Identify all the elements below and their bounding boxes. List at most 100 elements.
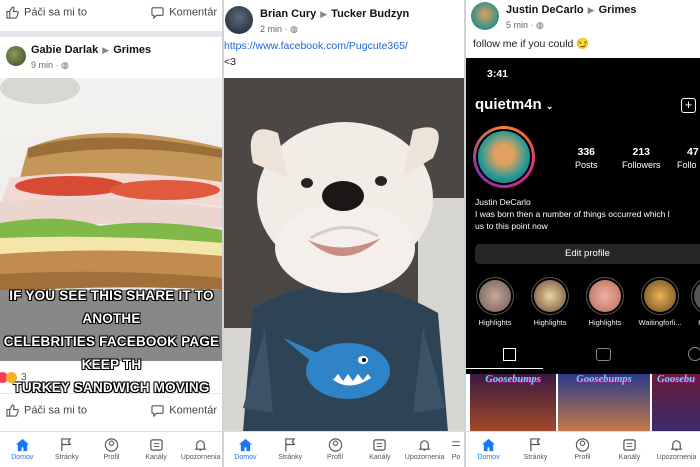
ig-grid-post[interactable]: Goosebumps — [470, 374, 556, 431]
grid-icon[interactable] — [503, 348, 516, 361]
meme-line: TURKEY SANDWICH MOVING — [13, 380, 210, 395]
divider — [0, 393, 223, 394]
feeds-icon — [373, 439, 387, 451]
ig-grid-post[interactable]: Goosebumps — [558, 374, 650, 431]
profile-icon — [575, 438, 590, 452]
nav-label: Upozornenia — [180, 454, 221, 461]
nav-more[interactable]: Po — [447, 432, 465, 467]
thumbs-up-icon — [6, 5, 19, 19]
followers-count: 213 — [632, 146, 651, 158]
grid-post-title: Goosebumps — [485, 374, 541, 385]
ig-stat-followers[interactable]: 213 Followers — [622, 146, 661, 170]
nav-notifications[interactable]: Upozornenia — [402, 432, 447, 467]
post-image[interactable] — [223, 78, 465, 432]
ig-stat-following[interactable]: 47 Follo — [677, 146, 699, 170]
facebook-panel-2: Brian Cury ▶ Tucker Budzyn 2 min · ◍ https… — [223, 0, 465, 467]
panel-separator — [464, 0, 466, 467]
nav-home[interactable]: Domov — [223, 432, 268, 467]
thumbs-up-icon — [6, 403, 19, 417]
ig-stat-posts[interactable]: 336 Posts — [575, 146, 598, 170]
arrow-right-icon: ▶ — [320, 9, 328, 19]
bell-icon — [194, 440, 207, 451]
add-post-icon[interactable]: + — [681, 98, 696, 113]
profile-icon — [328, 438, 342, 452]
story-highlight[interactable]: Waitingforli... — [637, 277, 683, 327]
comment-button[interactable]: Komentár — [151, 6, 217, 19]
author-name[interactable]: Brian Cury — [260, 8, 316, 20]
nav-notifications[interactable]: Upozornenia — [178, 432, 223, 467]
comment-icon — [151, 404, 164, 417]
comment-label: Komentár — [169, 5, 217, 18]
nav-notifications[interactable]: Upozornenia — [653, 432, 700, 467]
story-highlight[interactable]: Highlights — [475, 277, 515, 327]
divider — [0, 31, 223, 37]
followers-label: Followers — [622, 160, 661, 170]
reels-icon[interactable] — [596, 348, 611, 361]
nav-feeds[interactable]: Kanály — [357, 432, 402, 467]
ig-profile-picture[interactable] — [473, 126, 535, 188]
nav-pages[interactable]: Stránky — [45, 432, 90, 467]
nav-profile[interactable]: Profil — [559, 432, 606, 467]
nav-pages[interactable]: Stránky — [268, 432, 313, 467]
like-label: Páči sa mi to — [24, 5, 87, 18]
like-button[interactable]: Páči sa mi to — [6, 403, 87, 417]
story-highlight[interactable]: H — [691, 277, 700, 327]
reaction-summary[interactable]: 3 — [0, 372, 27, 383]
nav-home[interactable]: Domov — [0, 432, 45, 467]
story-highlight[interactable]: Highlights — [585, 277, 625, 327]
ig-grid-post[interactable]: Goosebu — [652, 374, 700, 431]
ig-bio-line: I was born then a number of things occur… — [475, 209, 670, 219]
post-header: Brian Cury ▶ Tucker Budzyn 2 min · ◍ — [223, 4, 465, 35]
like-button[interactable]: Páči sa mi to — [6, 5, 87, 19]
highlight-label: Highlights — [533, 318, 567, 327]
nav-feeds[interactable]: Kanály — [134, 432, 179, 467]
bell-icon — [670, 440, 683, 451]
instagram-screenshot[interactable]: 3:41 quietm4n ⌄ + 336 Posts 213 Followers … — [465, 58, 700, 374]
highlight-label: Highlights — [478, 318, 512, 327]
nav-home[interactable]: Domov — [465, 432, 512, 467]
grid-post-title: Goosebumps — [576, 374, 632, 385]
comment-button[interactable]: Komentár — [151, 404, 217, 417]
status-clock: 3:41 — [487, 68, 509, 80]
nav-profile[interactable]: Profil — [313, 432, 358, 467]
nav-label: Stránky — [278, 454, 303, 461]
post-header: Gabie Darlak ▶ Grimes 9 min · ◍ — [0, 40, 223, 71]
nav-label: Domov — [477, 454, 500, 461]
author-name[interactable]: Justin DeCarlo — [506, 4, 584, 16]
author-name[interactable]: Gabie Darlak — [31, 44, 98, 56]
following-count: 47 — [687, 146, 699, 158]
facebook-panel-1: Páči sa mi to Komentár Gabie Darlak ▶ Grim… — [0, 0, 223, 467]
bell-icon — [418, 440, 431, 451]
globe-icon: ◍ — [61, 60, 69, 70]
nav-label: Upozornenia — [656, 454, 697, 461]
post-image[interactable]: IF YOU SEE THIS SHARE IT TO ANOTHE CELEB… — [0, 72, 223, 395]
nav-label: Stránky — [55, 454, 79, 461]
avatar[interactable] — [225, 5, 253, 34]
story-highlight[interactable]: Highlights — [530, 277, 570, 327]
highlight-label: H — [691, 318, 700, 327]
bulldog-image — [223, 78, 465, 432]
post-link[interactable]: https://www.facebook.com/Pugcute365/ — [224, 40, 408, 52]
globe-icon: ◍ — [536, 20, 544, 30]
tagged-icon[interactable] — [688, 347, 700, 361]
avatar[interactable] — [6, 45, 26, 66]
flag-icon — [284, 438, 296, 452]
post-time: 9 min — [31, 60, 54, 70]
group-name[interactable]: Grimes — [599, 4, 637, 16]
nav-label: Kanály — [618, 454, 641, 461]
group-name[interactable]: Grimes — [113, 44, 151, 56]
edit-profile-button[interactable]: Edit profile — [475, 244, 700, 264]
bottom-navigation: Domov Stránky Profil Kanály Upozornenia — [0, 431, 223, 467]
nav-pages[interactable]: Stránky — [512, 432, 559, 467]
comment-label: Komentár — [169, 403, 217, 416]
nav-profile[interactable]: Profil — [89, 432, 134, 467]
facebook-panel-3: Justin DeCarlo ▶ Grimes 5 min · ◍ follow m… — [465, 0, 700, 467]
following-label: Follo — [677, 160, 697, 170]
nav-feeds[interactable]: Kanály — [606, 432, 653, 467]
ig-username[interactable]: quietm4n ⌄ — [475, 96, 553, 113]
nav-label: Domov — [234, 454, 257, 461]
arrow-right-icon: ▶ — [587, 5, 595, 15]
nav-label: Po — [451, 454, 461, 461]
avatar[interactable] — [471, 1, 499, 30]
group-name[interactable]: Tucker Budzyn — [331, 8, 409, 20]
